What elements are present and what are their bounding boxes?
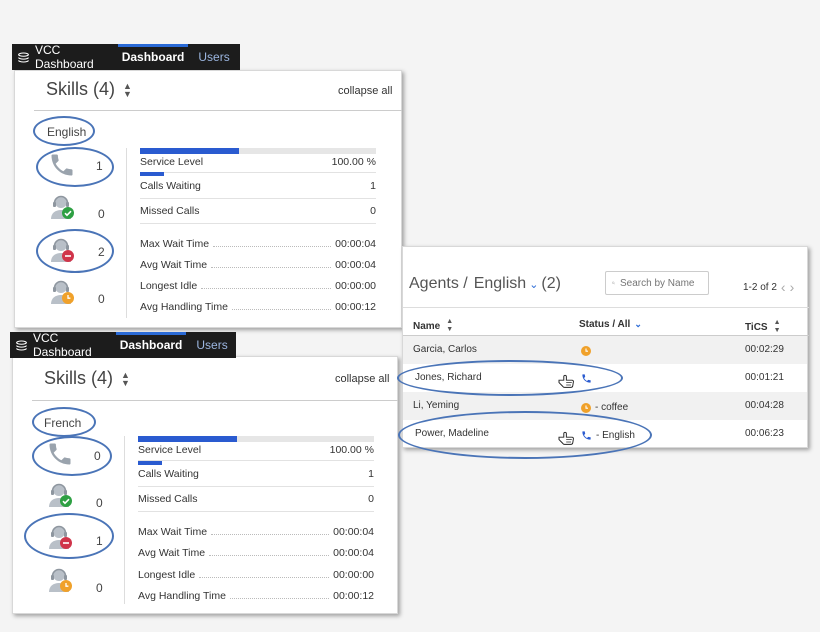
pagination-label: 1-2 of 2 bbox=[743, 281, 777, 293]
agent-tics: 00:06:23 bbox=[745, 428, 784, 439]
stat-service-level: Service Level 100.00 % bbox=[138, 444, 374, 456]
stat-calls-waiting: Calls Waiting 1 bbox=[140, 180, 376, 192]
stat-longest-idle: Longest Idle 00:00:00 bbox=[140, 280, 376, 292]
column-header-status[interactable]: Status / All ⌄ bbox=[579, 319, 642, 330]
column-divider bbox=[124, 436, 125, 604]
annotation-oval bbox=[36, 147, 114, 187]
collapse-all-link[interactable]: collapse all bbox=[338, 85, 392, 97]
agent-ready-icon bbox=[48, 193, 76, 221]
stat-separator bbox=[138, 486, 374, 487]
stat-avg-handling-time: Avg Handling Time 00:00:12 bbox=[140, 301, 376, 313]
stat-separator bbox=[140, 223, 376, 224]
annotation-oval bbox=[24, 513, 114, 559]
agent-tics: 00:01:21 bbox=[745, 372, 784, 383]
calls-waiting-bar bbox=[140, 172, 164, 176]
agent-status: - coffee bbox=[581, 402, 628, 413]
stat-longest-idle: Longest Idle 00:00:00 bbox=[138, 569, 374, 581]
sort-icon[interactable]: ▲ ▼ bbox=[123, 81, 132, 98]
clock-icon bbox=[581, 346, 591, 356]
column-header-tics[interactable]: TiCS ▲ ▼ bbox=[745, 319, 781, 335]
table-row[interactable]: Garcia, Carlos 00:02:29 bbox=[403, 336, 807, 364]
tab-users[interactable]: Users bbox=[198, 50, 229, 64]
clock-icon bbox=[62, 292, 74, 304]
stat-service-level: Service Level 100.00 % bbox=[140, 156, 376, 168]
agents-count: (2) bbox=[541, 275, 561, 292]
sort-icon: ▲ ▼ bbox=[773, 319, 781, 334]
agent-away-icon bbox=[48, 278, 76, 306]
chevron-down-icon[interactable]: ⌄ bbox=[529, 278, 538, 291]
tab-dashboard[interactable]: Dashboard bbox=[115, 332, 187, 352]
stat-separator bbox=[140, 172, 376, 173]
service-level-bar bbox=[140, 148, 239, 154]
toolbar-divider bbox=[403, 307, 809, 308]
agent-status bbox=[581, 346, 595, 356]
pagination: 1-2 of 2 ‹ › bbox=[743, 279, 794, 295]
annotation-oval bbox=[32, 407, 96, 437]
dashboard-logo-icon bbox=[15, 337, 28, 353]
top-nav-bar: VCC Dashboard Dashboard Users bbox=[10, 331, 236, 359]
chevron-down-icon: ⌄ bbox=[634, 319, 642, 329]
stat-avg-handling-time: Avg Handling Time 00:00:12 bbox=[138, 590, 374, 602]
dashboard-logo-icon bbox=[17, 49, 30, 65]
annotation-oval bbox=[36, 229, 114, 273]
stat-max-wait-time: Max Wait Time 00:00:04 bbox=[138, 526, 374, 538]
agent-ready-icon bbox=[46, 481, 74, 509]
agent-name: Garcia, Carlos bbox=[413, 344, 477, 355]
clock-icon bbox=[581, 403, 591, 413]
column-divider bbox=[126, 148, 127, 318]
annotation-oval bbox=[33, 116, 95, 146]
column-header-name[interactable]: Name ▲ ▼ bbox=[413, 318, 453, 334]
check-icon bbox=[62, 207, 74, 219]
sort-icon[interactable]: ▲ ▼ bbox=[121, 370, 130, 387]
stat-missed-calls: Missed Calls 0 bbox=[138, 493, 374, 505]
search-input[interactable] bbox=[620, 277, 702, 289]
header-divider bbox=[34, 110, 402, 111]
chevron-right-icon[interactable]: › bbox=[790, 279, 795, 295]
calls-waiting-bar bbox=[138, 461, 162, 465]
agents-title: Agents / English ⌄ (2) bbox=[409, 275, 561, 293]
language-dropdown[interactable]: English bbox=[474, 275, 526, 293]
chevron-left-icon[interactable]: ‹ bbox=[781, 279, 786, 295]
app-brand: VCC Dashboard bbox=[33, 331, 92, 359]
stat-calls-waiting: Calls Waiting 1 bbox=[138, 468, 374, 480]
collapse-all-link[interactable]: collapse all bbox=[335, 373, 389, 385]
sort-icon: ▲ ▼ bbox=[446, 318, 454, 333]
agents-away-count: 0 bbox=[98, 292, 105, 306]
stat-avg-wait-time: Avg Wait Time 00:00:04 bbox=[138, 547, 374, 559]
search-icon bbox=[612, 281, 615, 285]
agents-ready-count: 0 bbox=[96, 496, 103, 510]
agents-away-count: 0 bbox=[96, 581, 103, 595]
skills-title: Skills (4) ▲ ▼ bbox=[44, 368, 130, 388]
stat-max-wait-time: Max Wait Time 00:00:04 bbox=[140, 238, 376, 250]
stat-separator bbox=[138, 511, 374, 512]
agent-tics: 00:02:29 bbox=[745, 344, 784, 355]
app-brand: VCC Dashboard bbox=[35, 43, 94, 71]
search-box[interactable] bbox=[605, 271, 709, 295]
annotation-oval bbox=[397, 360, 623, 396]
top-nav-bar: VCC Dashboard Dashboard Users bbox=[12, 43, 240, 71]
agent-tics: 00:04:28 bbox=[745, 400, 784, 411]
annotation-oval bbox=[398, 411, 652, 459]
stat-missed-calls: Missed Calls 0 bbox=[140, 205, 376, 217]
agent-away-icon bbox=[46, 566, 74, 594]
header-divider bbox=[32, 400, 398, 401]
annotation-oval bbox=[32, 436, 112, 476]
stat-avg-wait-time: Avg Wait Time 00:00:04 bbox=[140, 259, 376, 271]
service-level-bar bbox=[138, 436, 237, 442]
stat-separator bbox=[140, 198, 376, 199]
skills-title: Skills (4) ▲ ▼ bbox=[46, 79, 132, 99]
agents-ready-count: 0 bbox=[98, 207, 105, 221]
stat-separator bbox=[138, 460, 374, 461]
tab-users[interactable]: Users bbox=[196, 338, 227, 352]
tab-dashboard[interactable]: Dashboard bbox=[117, 44, 189, 64]
agent-name: Li, Yeming bbox=[413, 400, 460, 411]
clock-icon bbox=[60, 580, 72, 592]
check-icon bbox=[60, 495, 72, 507]
